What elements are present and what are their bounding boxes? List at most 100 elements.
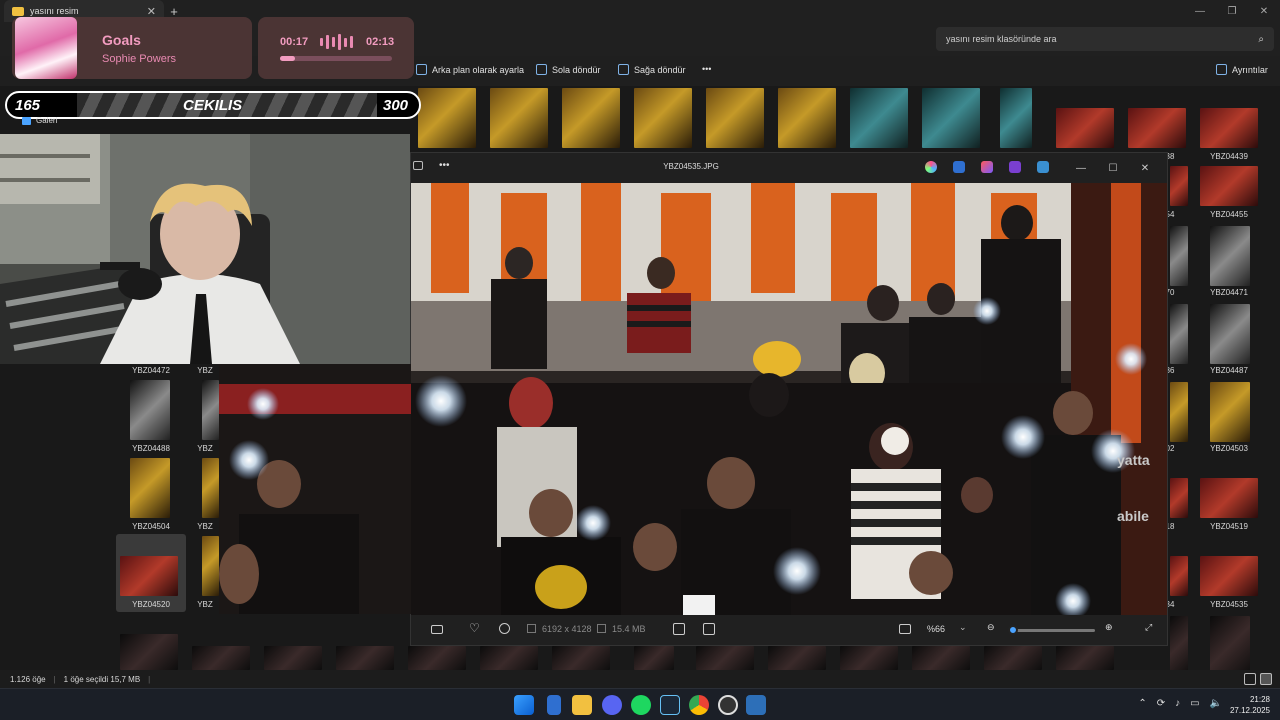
thumbnail[interactable]	[1200, 108, 1258, 148]
minimize-button[interactable]: —	[1184, 0, 1216, 22]
zoom-slider-thumb[interactable]	[1008, 625, 1019, 635]
thumbnail[interactable]	[706, 88, 764, 148]
thumbnail[interactable]	[1170, 166, 1188, 206]
fit-to-window-icon[interactable]	[899, 624, 911, 634]
thumbnail[interactable]	[202, 536, 219, 596]
thumbnail[interactable]	[562, 88, 620, 148]
more-options-button[interactable]: •••	[702, 64, 711, 74]
thumbnail[interactable]	[1210, 304, 1250, 364]
thumbnail[interactable]	[1170, 304, 1188, 364]
details-button[interactable]: Ayrıntılar	[1216, 64, 1268, 75]
thumbnail[interactable]	[1210, 226, 1250, 286]
chrome-icon[interactable]	[689, 695, 709, 715]
thumbnail[interactable]	[1056, 646, 1114, 670]
zoom-level[interactable]: %66	[927, 624, 945, 634]
thumbnail[interactable]	[1200, 166, 1258, 206]
rotate-right-label: Sağa döndür	[634, 64, 686, 75]
notepad-icon[interactable]	[547, 695, 561, 715]
thumbnail[interactable]	[130, 458, 170, 518]
thumbnail[interactable]	[1170, 226, 1188, 286]
thumbnail[interactable]	[1200, 478, 1258, 518]
start-icon[interactable]	[514, 695, 534, 715]
photo-canvas[interactable]: yatta abile	[411, 183, 1167, 615]
viewer-minimize-button[interactable]: —	[1065, 159, 1097, 177]
thumbnail[interactable]	[130, 380, 170, 440]
thumbnail[interactable]	[408, 646, 466, 670]
thumbnail[interactable]	[984, 646, 1042, 670]
thumbnail[interactable]	[1170, 478, 1188, 518]
thumbnail[interactable]	[634, 646, 674, 670]
file-explorer-icon[interactable]	[572, 695, 592, 715]
thumbnail[interactable]	[1000, 88, 1032, 148]
thumbnail[interactable]	[336, 646, 394, 670]
designer-icon[interactable]	[981, 161, 993, 173]
favorite-icon[interactable]: ♡	[469, 621, 480, 635]
set-background-button[interactable]: Arka plan olarak ayarla	[416, 64, 524, 75]
thumbnail[interactable]	[480, 646, 538, 670]
thumbnail[interactable]	[120, 634, 178, 670]
search-input[interactable]: yasını resim klasöründe ara ⌕	[936, 27, 1274, 51]
microphone-icon[interactable]: ♪	[1175, 698, 1180, 709]
sync-icon[interactable]: ⟳	[1157, 698, 1165, 709]
zoom-slider[interactable]	[1008, 625, 1095, 635]
thumbnail[interactable]	[1210, 616, 1250, 676]
thumbnail[interactable]	[1170, 556, 1188, 596]
steam-icon[interactable]	[660, 695, 680, 715]
thumbnail[interactable]	[912, 646, 970, 670]
thumbnail[interactable]	[264, 646, 322, 670]
thumbnail[interactable]	[192, 646, 250, 670]
thumbnail[interactable]	[634, 88, 692, 148]
rotate-right-button[interactable]: Sağa döndür	[618, 64, 686, 75]
search-placeholder: yasını resim klasöründe ara	[946, 34, 1057, 44]
share-icon[interactable]	[1037, 161, 1049, 173]
maximize-button[interactable]: ❐	[1216, 0, 1248, 22]
fullscreen-icon[interactable]: ⤢	[1145, 622, 1152, 633]
network-icon[interactable]: ▭	[1190, 698, 1199, 709]
copilot-icon[interactable]	[925, 161, 937, 173]
thumbnail[interactable]	[1128, 108, 1186, 148]
zoom-out-icon[interactable]: ⊖	[987, 622, 995, 633]
clipchamp-icon[interactable]	[1009, 161, 1021, 173]
chevron-down-icon[interactable]: ⌄	[959, 622, 967, 633]
edit-icon[interactable]	[953, 161, 965, 173]
text-recognition-icon[interactable]	[703, 623, 715, 635]
thumbnail[interactable]	[552, 646, 610, 670]
track-progress-fill	[280, 56, 295, 61]
zoom-in-icon[interactable]: ⊕	[1105, 622, 1113, 633]
thumbnail[interactable]	[1170, 382, 1188, 442]
viewer-maximize-button[interactable]: ☐	[1097, 159, 1129, 177]
close-tab-icon[interactable]: ✕	[147, 5, 156, 18]
nav-item-galeri[interactable]: Galeri	[22, 116, 57, 125]
thumbnail-selected[interactable]	[120, 556, 178, 596]
chevron-up-icon[interactable]: ⌃	[1138, 698, 1146, 709]
viewer-close-button[interactable]: ✕	[1129, 159, 1161, 177]
crop-icon[interactable]	[673, 623, 685, 635]
thumbnail[interactable]	[490, 88, 548, 148]
rotate-left-button[interactable]: Sola döndür	[536, 64, 601, 75]
large-icons-view-icon[interactable]	[1260, 673, 1272, 685]
thumbnail[interactable]	[850, 88, 908, 148]
thumbnail[interactable]	[202, 458, 219, 518]
taskbar-clock[interactable]: 21:28 27.12.2025	[1230, 694, 1270, 716]
close-window-button[interactable]: ✕	[1248, 0, 1280, 22]
filmstrip-icon[interactable]	[431, 625, 443, 634]
info-icon[interactable]	[499, 623, 510, 634]
volume-icon[interactable]: 🔈	[1210, 698, 1222, 709]
obs-icon[interactable]	[718, 695, 738, 715]
thumbnail[interactable]	[418, 88, 476, 148]
thumbnail[interactable]	[1170, 616, 1188, 676]
thumbnail[interactable]	[778, 88, 836, 148]
equalizer-icon	[320, 34, 353, 50]
thumbnail[interactable]	[840, 646, 898, 670]
thumbnail[interactable]	[1056, 108, 1114, 148]
thumbnail[interactable]	[202, 380, 219, 440]
thumbnail[interactable]	[1210, 382, 1250, 442]
photos-icon[interactable]	[746, 695, 766, 715]
thumbnail[interactable]	[922, 88, 980, 148]
spotify-icon[interactable]	[631, 695, 651, 715]
details-view-icon[interactable]	[1244, 673, 1256, 685]
thumbnail[interactable]	[696, 646, 754, 670]
discord-icon[interactable]	[602, 695, 622, 715]
thumbnail[interactable]	[1200, 556, 1258, 596]
thumbnail[interactable]	[768, 646, 826, 670]
